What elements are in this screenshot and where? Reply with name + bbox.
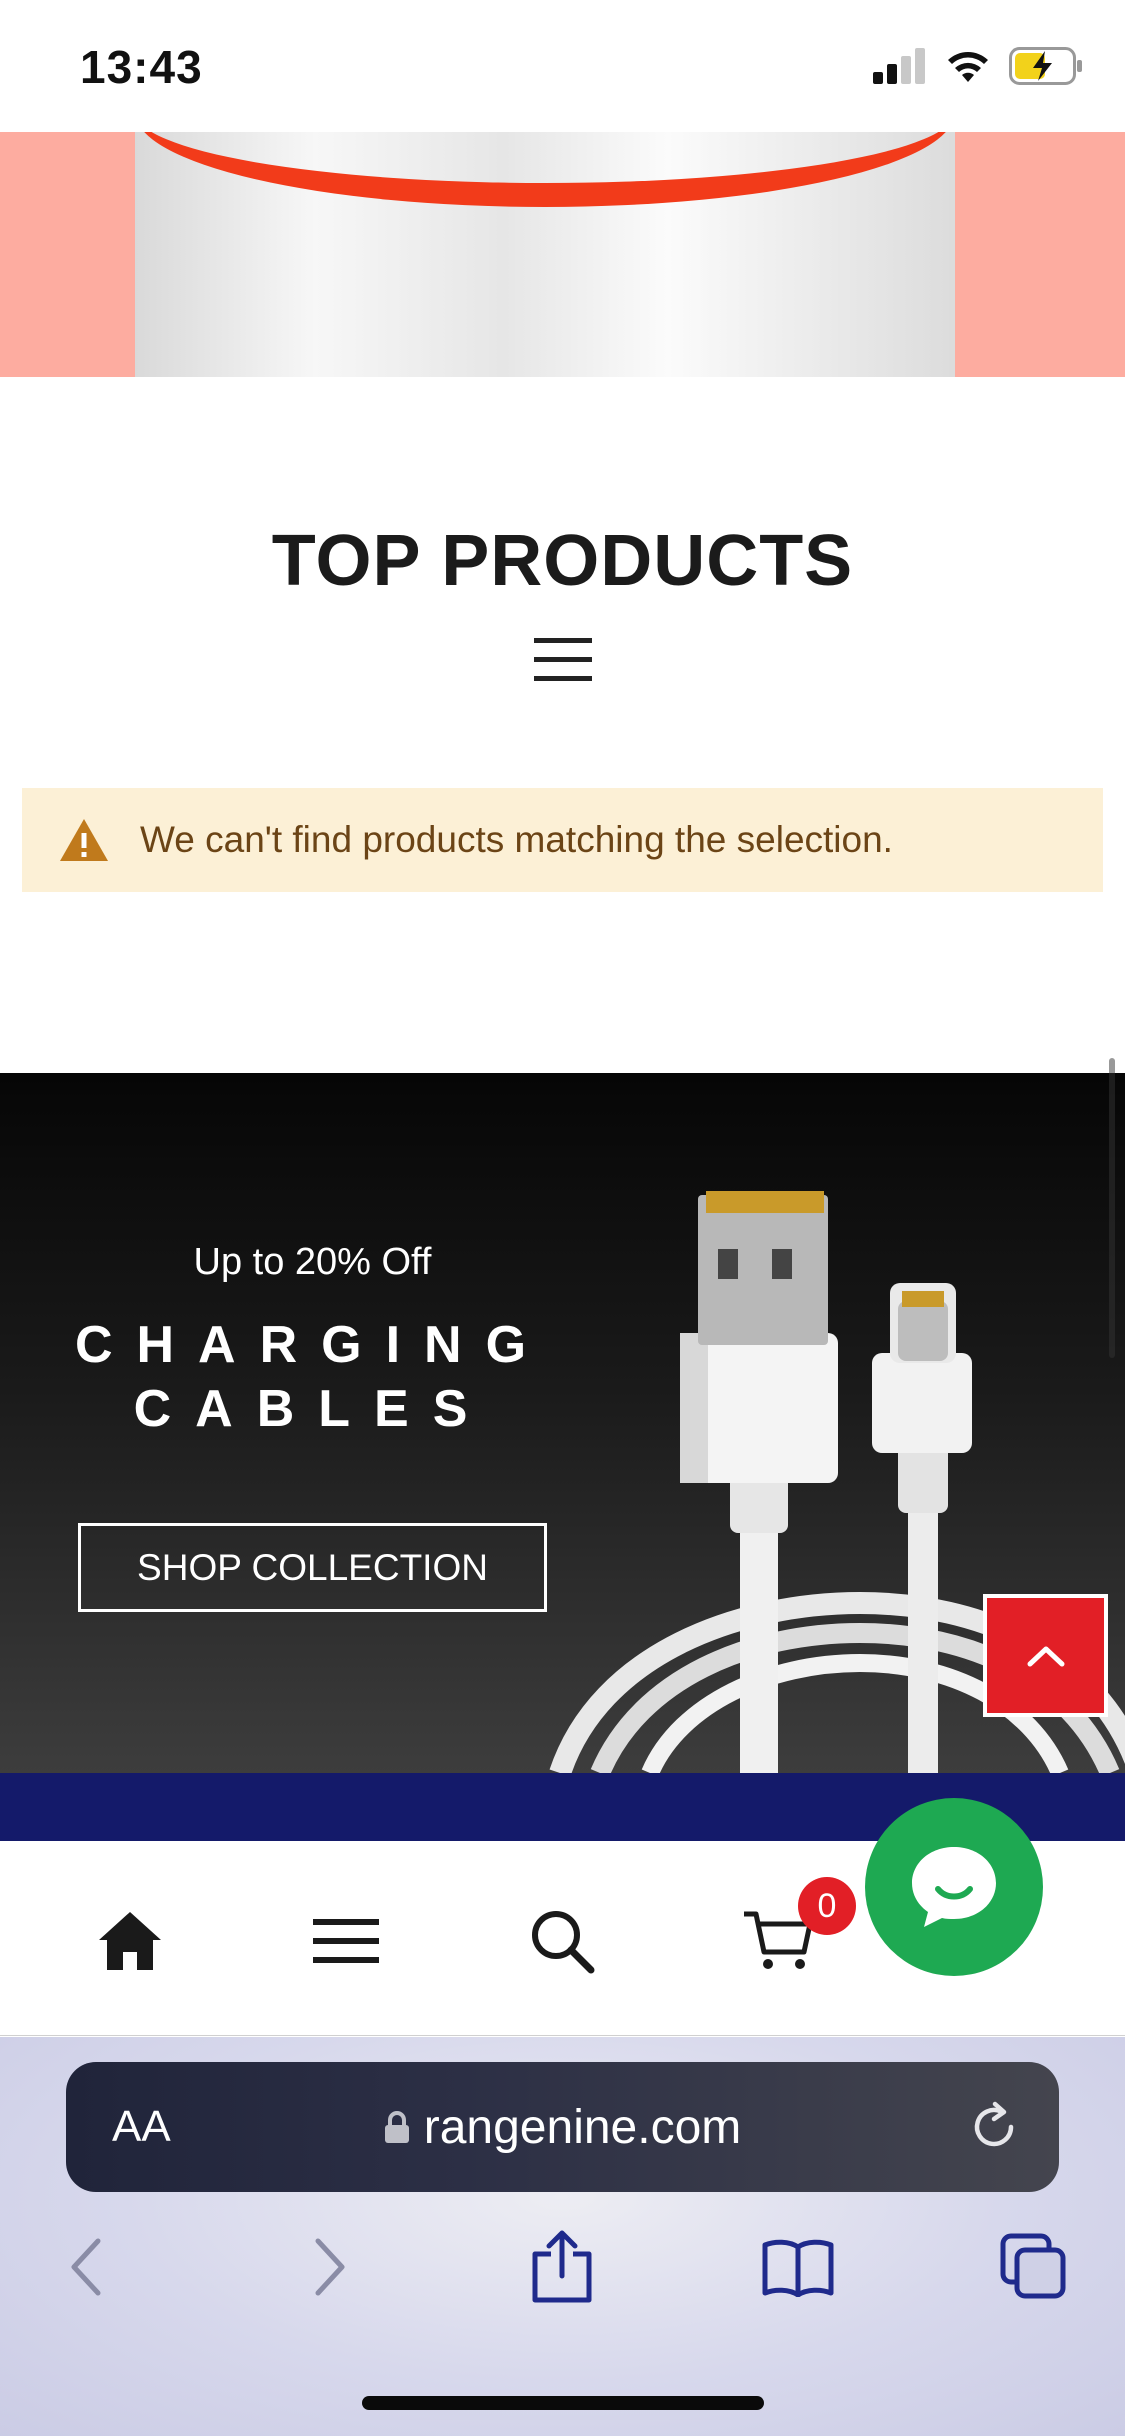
home-icon [99,1912,161,1970]
notice-text: We can't find products matching the sele… [140,819,893,860]
chevron-up-icon [1027,1646,1064,1666]
share-button[interactable] [522,2227,602,2307]
cart-count-badge: 0 [798,1877,856,1935]
forward-button[interactable] [290,2227,370,2307]
banner-title: CHARGING CABLES [0,1313,625,1441]
wifi-icon [948,52,988,82]
promo-banner[interactable]: Up to 20% Off CHARGING CABLES SHOP COLLE… [0,1073,1125,1773]
book-icon [762,2239,834,2297]
shop-collection-button[interactable]: SHOP COLLECTION [78,1523,547,1612]
filter-menu-icon[interactable] [534,636,592,684]
url-display[interactable]: rangenine.com [66,2062,1059,2192]
chevron-right-icon [315,2238,345,2296]
chevron-left-icon [71,2238,101,2296]
browser-toolbar: AA rangenine.com [0,2037,1125,2436]
search-icon [532,1911,595,1974]
battery-charging-icon [1009,47,1082,85]
hero-product-image [0,132,1125,377]
section-title: TOP PRODUCTS [271,521,854,601]
nav-menu[interactable] [306,1901,386,1981]
address-bar[interactable]: AA rangenine.com [66,2062,1059,2192]
empty-results-notice: We can't find products matching the sele… [22,788,1103,892]
bookmarks-button[interactable] [758,2227,838,2307]
nav-home[interactable] [90,1901,170,1981]
page-scrollbar[interactable] [1109,1058,1115,1358]
tabs-icon [1000,2233,1066,2299]
banner-title-line: CABLES [133,1380,492,1438]
nav-search[interactable] [522,1901,602,1981]
scroll-to-top-button[interactable] [983,1594,1108,1717]
signal-icon [873,48,925,84]
chat-button[interactable] [865,1798,1043,1976]
reload-icon[interactable] [967,2100,1021,2154]
status-time: 13:43 [80,41,203,93]
menu-icon [313,1919,379,1963]
share-icon [532,2230,592,2303]
status-icons [873,44,1085,88]
tabs-button[interactable] [994,2227,1074,2307]
home-indicator [362,2396,764,2410]
status-bar: 13:43 [0,0,1125,132]
banner-title-line: CHARGING [74,1316,551,1374]
url-text: rangenine.com [423,2100,742,2154]
chat-icon [912,1847,996,1927]
banner-eyebrow: Up to 20% Off [193,1241,432,1283]
lock-icon [384,2111,409,2143]
back-button[interactable] [46,2227,126,2307]
warning-icon [60,819,108,861]
